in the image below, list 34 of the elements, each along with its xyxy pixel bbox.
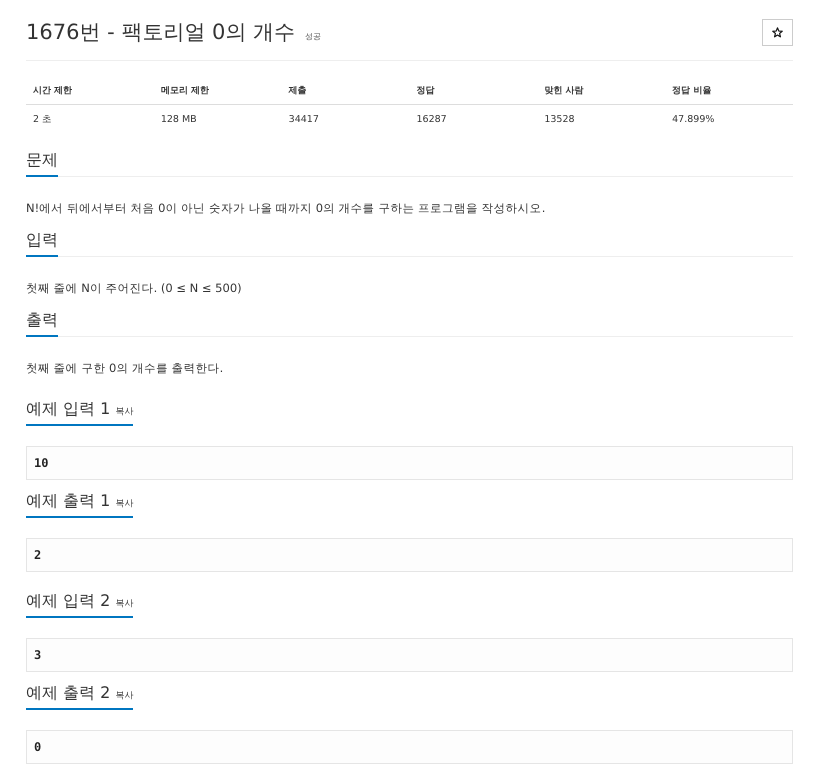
page-title: 1676번 - 팩토리얼 0의 개수: [26, 19, 296, 46]
table-header-cell: 정답: [409, 77, 538, 104]
section-heading: 입력: [26, 228, 58, 257]
table-cell: 47.899%: [665, 104, 793, 134]
copy-link[interactable]: 복사: [115, 497, 134, 510]
table-cell: 34417: [282, 104, 410, 134]
table-header-cell: 메모리 제한: [154, 77, 282, 104]
copy-link[interactable]: 복사: [115, 405, 134, 418]
sample-data: 0: [26, 730, 793, 764]
table-header-cell: 제출: [282, 77, 410, 104]
table-cell: 128 MB: [154, 104, 282, 134]
table-cell: 13528: [537, 104, 666, 134]
star-icon: [772, 27, 783, 38]
sample-heading: 예제 입력 2: [26, 590, 110, 612]
section-heading: 출력: [26, 308, 58, 337]
star-button[interactable]: [762, 19, 793, 46]
table-header-cell: 맞힌 사람: [537, 77, 666, 104]
copy-link[interactable]: 복사: [115, 689, 134, 702]
result-label: 성공: [305, 31, 322, 42]
table-header-cell: 시간 제한: [26, 77, 154, 104]
section-heading: 문제: [26, 148, 58, 177]
sample-data: 10: [26, 446, 793, 480]
section-text: 첫째 줄에 N이 주어진다. (0 ≤ N ≤ 500): [26, 280, 243, 297]
section-text: N!에서 뒤에서부터 처음 0이 아닌 숫자가 나올 때까지 0의 개수를 구하는 프로그램을 작성하시오.: [26, 200, 546, 217]
sample-data: 2: [26, 538, 793, 572]
section-text: 첫째 줄에 구한 0의 개수를 출력한다.: [26, 360, 224, 377]
table-cell: 2 초: [26, 104, 154, 134]
table-header-cell: 정답 비율: [665, 77, 793, 104]
sample-heading: 예제 출력 1: [26, 490, 110, 512]
sample-heading: 예제 출력 2: [26, 682, 110, 704]
sample-data: 3: [26, 638, 793, 672]
copy-link[interactable]: 복사: [115, 597, 134, 610]
table-cell: 16287: [409, 104, 538, 134]
sample-heading: 예제 입력 1: [26, 398, 110, 420]
